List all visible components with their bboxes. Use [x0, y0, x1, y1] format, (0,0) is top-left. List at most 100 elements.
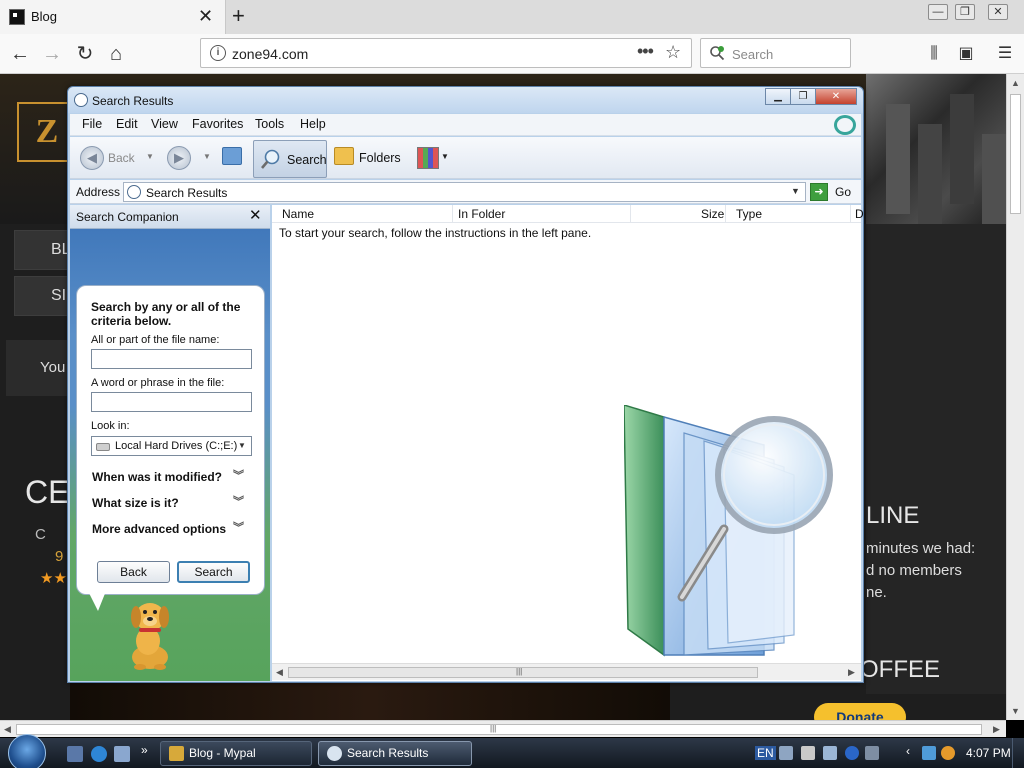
keyboard-icon[interactable]: [779, 746, 793, 760]
menu-help[interactable]: Help: [300, 117, 326, 131]
switch-windows-icon[interactable]: [114, 746, 130, 762]
column-date[interactable]: D: [855, 207, 864, 221]
donate-button[interactable]: Donate: [814, 703, 906, 720]
back-history-dropdown[interactable]: ▼: [146, 152, 154, 161]
home-button[interactable]: ⌂: [104, 42, 128, 66]
up-folder-icon[interactable]: [222, 147, 242, 165]
advanced-options-option[interactable]: More advanced options: [92, 522, 226, 536]
tab-blog[interactable]: Blog ✕: [0, 0, 226, 34]
address-value[interactable]: Search Results: [146, 186, 227, 200]
tablet-icon[interactable]: [823, 746, 837, 760]
go-arrow-icon[interactable]: ➜: [810, 183, 828, 201]
search-toolbar-button[interactable]: Search: [253, 140, 327, 178]
scroll-right-icon[interactable]: ▶: [848, 667, 855, 678]
column-separator[interactable]: [452, 205, 453, 223]
language-indicator[interactable]: EN: [755, 746, 776, 760]
file-size-option[interactable]: What size is it?: [92, 496, 179, 510]
close-companion-icon[interactable]: ✕: [249, 206, 262, 224]
library-icon[interactable]: ⫼: [924, 44, 944, 64]
results-horizontal-scrollbar[interactable]: ◀ ||| ▶: [272, 663, 861, 680]
internet-explorer-icon[interactable]: [91, 746, 107, 762]
column-separator[interactable]: [725, 205, 726, 223]
close-button[interactable]: ✕: [815, 88, 857, 105]
column-size[interactable]: Size: [701, 207, 724, 221]
menu-tools[interactable]: Tools: [255, 117, 284, 131]
bookmark-star-icon[interactable]: ☆: [665, 42, 681, 63]
modified-date-option[interactable]: When was it modified?: [92, 470, 222, 484]
expand-chevron-icon[interactable]: ︾: [233, 497, 244, 508]
tray-expand-icon[interactable]: ‹: [906, 744, 910, 758]
back-button[interactable]: ←: [8, 42, 32, 66]
scroll-left-icon[interactable]: ◀: [276, 667, 283, 678]
menu-file[interactable]: File: [82, 117, 102, 131]
start-button[interactable]: [8, 734, 46, 768]
pen-icon[interactable]: [801, 746, 815, 760]
expand-chevron-icon[interactable]: ︾: [233, 523, 244, 534]
menu-view[interactable]: View: [151, 117, 178, 131]
taskbar-item-blog-mypal[interactable]: Blog - Mypal: [160, 741, 312, 766]
restore-button[interactable]: ❐: [790, 88, 816, 105]
column-name[interactable]: Name: [282, 207, 314, 221]
column-in-folder[interactable]: In Folder: [458, 207, 505, 221]
forward-history-dropdown[interactable]: ▼: [203, 152, 211, 161]
browser-horizontal-scrollbar[interactable]: ◀ ||| ▶: [0, 720, 1006, 737]
site-menu-item-2[interactable]: SI: [14, 276, 74, 316]
site-menu-item-1[interactable]: BL: [14, 230, 74, 270]
scroll-right-icon[interactable]: ▶: [993, 724, 1000, 735]
scrollbar-thumb[interactable]: [1010, 94, 1021, 214]
views-dropdown[interactable]: ▼: [441, 152, 449, 161]
minimize-button[interactable]: ▁: [765, 88, 791, 105]
menu-favorites[interactable]: Favorites: [192, 117, 243, 131]
hamburger-menu-icon[interactable]: ☰: [995, 44, 1015, 64]
show-desktop-icon[interactable]: [67, 746, 83, 762]
restore-window-button[interactable]: ❐: [955, 4, 975, 20]
scroll-down-icon[interactable]: ▼: [1011, 706, 1020, 716]
search-tray-icon[interactable]: [941, 746, 955, 760]
browser-vertical-scrollbar[interactable]: ▲ ▼: [1006, 74, 1024, 720]
scroll-up-icon[interactable]: ▲: [1011, 78, 1020, 88]
file-name-input[interactable]: [91, 349, 252, 369]
scroll-left-icon[interactable]: ◀: [4, 724, 11, 735]
url-text[interactable]: zone94.com: [232, 46, 308, 62]
sidebar-icon[interactable]: ▣: [956, 44, 976, 64]
menu-edit[interactable]: Edit: [116, 117, 138, 131]
show-desktop-button[interactable]: [1012, 738, 1024, 768]
back-button[interactable]: Back: [97, 561, 170, 583]
clock[interactable]: 4:07 PM: [966, 746, 1011, 760]
window-title-bar[interactable]: Search Results ▁ ❐ ✕: [68, 87, 863, 113]
help-icon[interactable]: [845, 746, 859, 760]
taskbar-item-search-results[interactable]: Search Results: [318, 741, 472, 766]
go-button[interactable]: Go: [835, 185, 851, 199]
quick-launch-more[interactable]: »: [141, 743, 148, 757]
column-separator[interactable]: [630, 205, 631, 223]
browser-search-field[interactable]: Search: [700, 38, 851, 68]
address-dropdown[interactable]: ▼: [791, 186, 800, 196]
column-separator[interactable]: [850, 205, 851, 223]
options-icon[interactable]: [865, 746, 879, 760]
search-dog-icon[interactable]: [118, 597, 182, 671]
close-tab-icon[interactable]: ✕: [198, 6, 213, 26]
reload-button[interactable]: ↻: [73, 42, 97, 66]
back-label[interactable]: Back: [108, 151, 135, 165]
minimize-window-button[interactable]: —: [928, 4, 948, 20]
folders-icon[interactable]: [334, 147, 354, 165]
expand-chevron-icon[interactable]: ︾: [233, 471, 244, 482]
search-button[interactable]: Search: [177, 561, 250, 583]
close-window-button[interactable]: ✕: [988, 4, 1008, 20]
back-arrow-icon[interactable]: ◀: [80, 146, 104, 170]
folders-button[interactable]: Folders: [359, 151, 401, 165]
page-actions-button[interactable]: •••: [637, 41, 654, 62]
chevron-down-icon[interactable]: ▼: [238, 441, 246, 450]
address-field[interactable]: Search Results ▼: [123, 182, 806, 202]
network-icon[interactable]: [922, 746, 936, 760]
url-bar[interactable]: i zone94.com ••• ☆: [200, 38, 692, 68]
phrase-input[interactable]: [91, 392, 252, 412]
views-icon[interactable]: [417, 147, 439, 169]
forward-button[interactable]: →: [40, 42, 64, 66]
scrollbar-thumb[interactable]: [16, 724, 982, 735]
column-type[interactable]: Type: [736, 207, 762, 221]
forward-arrow-icon[interactable]: ▶: [167, 146, 191, 170]
scrollbar-thumb[interactable]: [288, 667, 758, 678]
new-tab-button[interactable]: +: [232, 3, 245, 29]
look-in-select[interactable]: Local Hard Drives (C:;E:) ▼: [91, 436, 252, 456]
